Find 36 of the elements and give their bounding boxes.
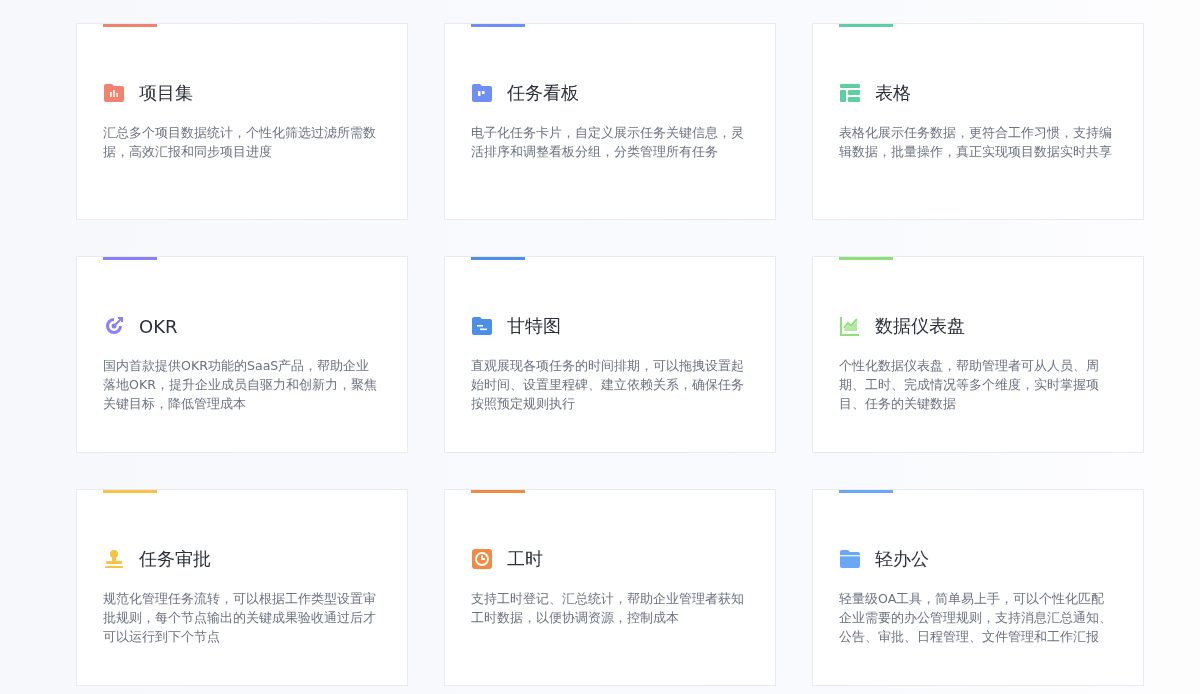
feature-title: 数据仪表盘 [875,314,965,338]
feature-title: 表格 [875,81,911,105]
stamp-icon [103,548,125,570]
feature-card[interactable]: 轻办公 轻量级OA工具，简单易上手，可以个性化匹配企业需要的办公管理规则，支持消息汇总通知、公告、审批、日程管理、文件管理和工作汇报 [812,489,1144,686]
clock-icon [471,548,493,570]
table-layout-icon [839,82,861,104]
folder-lines-icon [471,315,493,337]
feature-description: 规范化管理任务流转，可以根据工作类型设置审批规则，每个节点输出的关键成果验收通过后才可以运行到下个节点 [103,590,377,646]
feature-title: 项目集 [139,81,193,105]
feature-card[interactable]: OKR 国内首款提供OKR功能的SaaS产品，帮助企业落地OKR，提升企业成员自驱力和创新力，聚焦关键目标，降低管理成本 [76,256,408,453]
line-chart-icon [839,315,861,337]
feature-description: 个性化数据仪表盘，帮助管理者可从人员、周期、工时、完成情况等多个维度，实时掌握项目、任务的关键数据 [839,357,1100,413]
folder-icon [839,548,861,570]
feature-description: 汇总多个项目数据统计，个性化筛选过滤所需数据，高效汇报和同步项目进度 [103,124,377,161]
feature-card[interactable]: 任务看板 电子化任务卡片，自定义展示任务关键信息，灵活排序和调整看板分组，分类管理所有任务 [444,23,776,220]
feature-description: 表格化展示任务数据，更符合工作习惯，支持编辑数据，批量操作，真正实现项目数据实时共享 [839,124,1113,161]
feature-card[interactable]: 表格 表格化展示任务数据，更符合工作习惯，支持编辑数据，批量操作，真正实现项目数据实时共享 [812,23,1144,220]
feature-title: 任务审批 [139,547,211,571]
feature-card[interactable]: 任务审批 规范化管理任务流转，可以根据工作类型设置审批规则，每个节点输出的关键成果验收通过后才可以运行到下个节点 [76,489,408,686]
feature-title: 轻办公 [875,547,929,571]
folder-board-icon [471,82,493,104]
feature-card[interactable]: 项目集 汇总多个项目数据统计，个性化筛选过滤所需数据，高效汇报和同步项目进度 [76,23,408,220]
feature-card[interactable]: 数据仪表盘 个性化数据仪表盘，帮助管理者可从人员、周期、工时、完成情况等多个维度，实时掌握项目、任务的关键数据 [812,256,1144,453]
target-icon [103,315,125,337]
feature-description: 轻量级OA工具，简单易上手，可以个性化匹配企业需要的办公管理规则，支持消息汇总通知、公告、审批、日程管理、文件管理和工作汇报 [839,590,1113,646]
feature-description: 支持工时登记、汇总统计，帮助企业管理者获知工时数据，以便协调资源，控制成本 [471,590,745,627]
feature-title: 甘特图 [507,314,561,338]
feature-card[interactable]: 工时 支持工时登记、汇总统计，帮助企业管理者获知工时数据，以便协调资源，控制成本 [444,489,776,686]
feature-title: 工时 [507,547,543,571]
feature-card[interactable]: 甘特图 直观展现各项任务的时间排期，可以拖拽设置起始时间、设置里程碑、建立依赖关系，确保任务按照预定规则执行 [444,256,776,453]
feature-description: 直观展现各项任务的时间排期，可以拖拽设置起始时间、设置里程碑、建立依赖关系，确保任务按照预定规则执行 [471,357,745,413]
folder-chart-icon [103,82,125,104]
feature-description: 电子化任务卡片，自定义展示任务关键信息，灵活排序和调整看板分组，分类管理所有任务 [471,124,745,161]
feature-title: 任务看板 [507,81,579,105]
feature-description: 国内首款提供OKR功能的SaaS产品，帮助企业落地OKR，提升企业成员自驱力和创新力，聚焦关键目标，降低管理成本 [103,357,378,413]
feature-title: OKR [139,315,178,337]
